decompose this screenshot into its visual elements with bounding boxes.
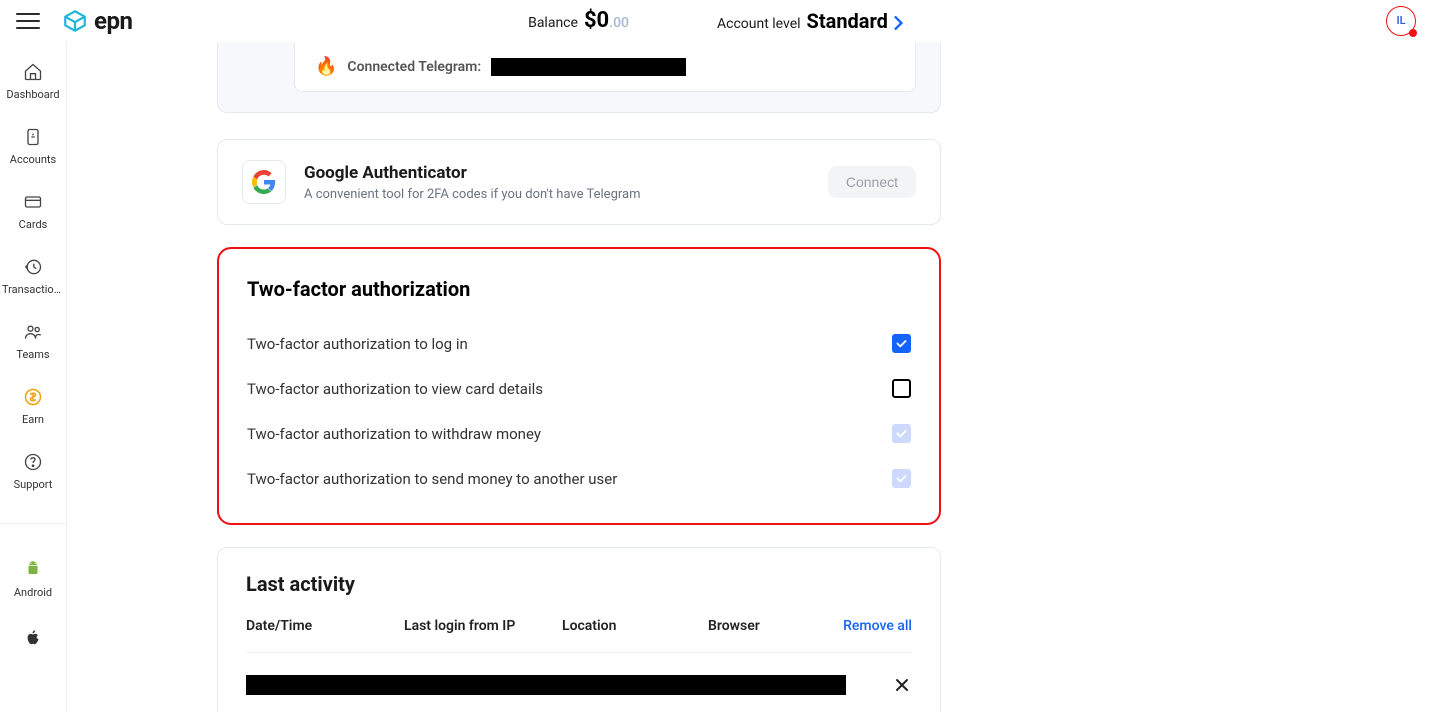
checkbox-view-card[interactable]	[892, 379, 911, 398]
sidebar-item-apple[interactable]	[0, 625, 66, 649]
balance-label: Balance	[528, 15, 578, 31]
logo-icon	[62, 8, 88, 34]
col-browser: Browser	[708, 618, 843, 634]
app-header: epn Balance $0.00 Account level Standard…	[0, 0, 1432, 42]
google-icon	[242, 160, 286, 204]
apple-icon	[25, 628, 41, 646]
fire-icon: 🔥	[315, 56, 337, 77]
telegram-card: 🔥 Connected Telegram:	[217, 42, 941, 113]
account-level-label: Account level	[717, 16, 801, 32]
sidebar-item-dashboard[interactable]: Dashboard	[0, 62, 66, 101]
authenticator-card: Google Authenticator A convenient tool f…	[217, 139, 941, 225]
remove-all-link[interactable]: Remove all	[843, 618, 912, 634]
telegram-username-redacted	[491, 58, 686, 76]
authenticator-title: Google Authenticator	[304, 163, 810, 183]
support-icon	[23, 452, 43, 472]
home-icon	[23, 62, 43, 82]
close-icon	[894, 677, 910, 693]
sidebar-item-label: Dashboard	[6, 88, 59, 101]
connect-button[interactable]: Connect	[828, 166, 916, 198]
two-factor-label: Two-factor authorization to withdraw mon…	[247, 425, 541, 443]
sidebar-item-earn[interactable]: Earn	[0, 387, 66, 426]
sidebar-item-label: Accounts	[10, 153, 56, 166]
activity-row-redacted	[246, 675, 846, 695]
col-date: Date/Time	[246, 618, 404, 634]
sidebar-item-label: Transaction …	[2, 283, 64, 296]
main-content: 🔥 Connected Telegram: Google Authent	[67, 42, 1432, 712]
sidebar-item-transactions[interactable]: Transaction …	[0, 257, 66, 296]
two-factor-row-withdraw: Two-factor authorization to withdraw mon…	[247, 411, 911, 456]
activity-row	[246, 653, 912, 699]
authenticator-description: A convenient tool for 2FA codes if you d…	[304, 187, 810, 202]
last-activity-card: Last activity Date/Time Last login from …	[217, 547, 941, 712]
sidebar-item-support[interactable]: Support	[0, 452, 66, 491]
sidebar-divider	[0, 523, 66, 524]
sidebar: Dashboard Accounts Cards Transaction … T…	[0, 42, 67, 712]
avatar-initials: IL	[1396, 14, 1405, 27]
two-factor-row-view-card: Two-factor authorization to view card de…	[247, 366, 911, 411]
sidebar-item-android[interactable]: Android	[0, 556, 66, 599]
history-icon	[23, 257, 43, 277]
sidebar-item-accounts[interactable]: Accounts	[0, 127, 66, 166]
balance-amount: $0	[584, 8, 609, 33]
logo-text: epn	[94, 7, 132, 35]
sidebar-item-label: Support	[14, 478, 53, 491]
two-factor-row-login: Two-factor authorization to log in	[247, 321, 911, 366]
earn-icon	[23, 387, 43, 407]
two-factor-label: Two-factor authorization to view card de…	[247, 380, 543, 398]
col-location: Location	[562, 618, 708, 634]
menu-button[interactable]	[16, 7, 44, 35]
col-ip: Last login from IP	[404, 618, 562, 634]
android-icon	[24, 559, 42, 577]
sidebar-item-teams[interactable]: Teams	[0, 322, 66, 361]
telegram-connected-label: Connected Telegram:	[347, 59, 481, 75]
accounts-icon	[23, 127, 43, 147]
teams-icon	[23, 322, 43, 342]
two-factor-label: Two-factor authorization to log in	[247, 335, 468, 353]
account-level-value: Standard	[807, 9, 888, 33]
two-factor-label: Two-factor authorization to send money t…	[247, 470, 617, 488]
activity-table-header: Date/Time Last login from IP Location Br…	[246, 618, 912, 653]
sidebar-item-cards[interactable]: Cards	[0, 192, 66, 231]
two-factor-card: Two-factor authorization Two-factor auth…	[217, 247, 941, 525]
remove-session-button[interactable]	[892, 675, 912, 695]
balance[interactable]: Balance $0.00	[528, 8, 629, 33]
account-level[interactable]: Account level Standard	[717, 9, 904, 33]
two-factor-row-send: Two-factor authorization to send money t…	[247, 456, 911, 501]
last-activity-title: Last activity	[246, 572, 912, 596]
avatar[interactable]: IL	[1386, 6, 1416, 36]
cards-icon	[23, 192, 43, 212]
sidebar-item-label: Cards	[19, 218, 48, 231]
checkbox-send	[892, 469, 911, 488]
sidebar-item-label: Earn	[22, 413, 44, 426]
checkbox-withdraw	[892, 424, 911, 443]
sidebar-item-label: Teams	[16, 348, 49, 361]
two-factor-title: Two-factor authorization	[247, 277, 911, 301]
logo[interactable]: epn	[62, 7, 132, 35]
sidebar-item-label: Android	[14, 586, 52, 599]
chevron-right-icon	[894, 16, 904, 30]
checkbox-login[interactable]	[892, 334, 911, 353]
balance-cents: .00	[609, 15, 629, 31]
